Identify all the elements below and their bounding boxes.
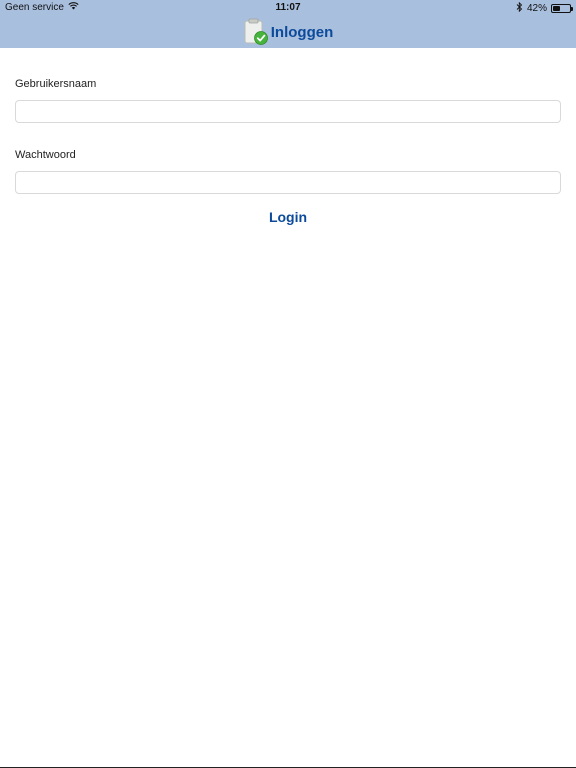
header-bar: Geen service 11:07 42% Inloggen (0, 0, 576, 48)
battery-icon (551, 4, 573, 13)
page-title: Inloggen (270, 23, 334, 41)
battery-percent: 42% (526, 3, 547, 14)
clipboard-check-icon (243, 18, 269, 46)
username-input[interactable] (15, 100, 561, 123)
battery-level-fill (553, 6, 560, 11)
password-input[interactable] (15, 171, 561, 194)
username-group: Gebruikersnaam (15, 78, 561, 123)
username-label: Gebruikersnaam (15, 78, 97, 90)
login-form: Gebruikersnaam Wachtwoord (15, 78, 561, 194)
password-group: Wachtwoord (15, 149, 561, 194)
navigation-bar: Inloggen (0, 16, 576, 48)
login-button[interactable]: Login (248, 207, 328, 227)
clock: 11:07 (275, 2, 301, 13)
password-label: Wachtwoord (15, 149, 76, 161)
bluetooth-icon (516, 1, 523, 15)
status-right: 42% (516, 1, 573, 15)
status-bar: Geen service 11:07 42% (0, 0, 576, 16)
